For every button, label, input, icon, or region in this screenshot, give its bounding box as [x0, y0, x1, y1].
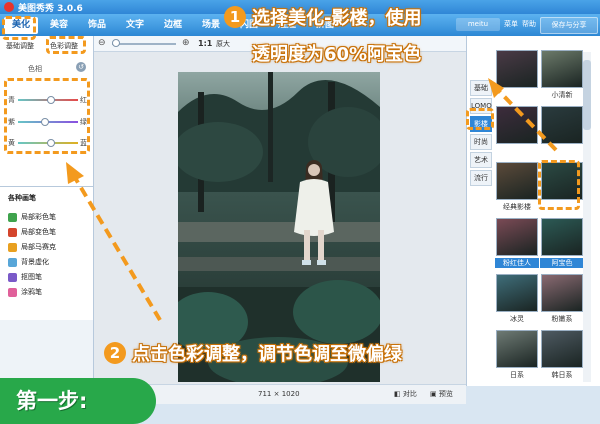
step-badge-2: 2 — [104, 342, 126, 364]
effect-thumbnail[interactable] — [496, 330, 538, 368]
effect-thumbnail[interactable] — [541, 274, 583, 312]
effect-label: 日系 — [510, 371, 524, 379]
brush-panel-title: 各种画笔 — [8, 194, 36, 202]
effects-scroll-thumb[interactable] — [583, 60, 591, 130]
preview-label: 预览 — [438, 390, 453, 398]
effect-label: 冰灵 — [510, 315, 524, 323]
highlight-color-adjust-tab — [46, 36, 86, 54]
highlight-abao-effect — [538, 160, 580, 210]
brush-label: 局部变色笔 — [21, 228, 56, 236]
category-basic[interactable]: 基础 — [470, 80, 492, 96]
compare-icon: ◧ — [394, 390, 403, 398]
highlight-studio-tab — [466, 108, 494, 130]
effect-thumbnail[interactable] — [541, 106, 583, 144]
category-popular[interactable]: 流行 — [470, 170, 492, 186]
effect-thumbnail[interactable] — [541, 330, 583, 368]
effect-thumbnail[interactable] — [541, 50, 583, 88]
hue-section-label: 色相 — [28, 65, 42, 73]
zoom-slider-thumb[interactable] — [112, 39, 120, 47]
blur-brush-icon — [8, 257, 17, 267]
mosaic-brush-icon — [8, 242, 17, 252]
zoom-original[interactable]: 原大 — [216, 39, 230, 49]
edited-photo — [178, 72, 380, 382]
effect-label: 粉嫩系 — [551, 315, 573, 323]
image-dimensions: 711 × 1020 — [258, 390, 300, 398]
category-fashion[interactable]: 时尚 — [470, 134, 492, 150]
brush-background-blur[interactable]: 背景虚化 — [8, 256, 49, 268]
step-badge-1: 1 — [224, 6, 246, 28]
recolor-brush-icon — [8, 227, 17, 237]
preview-button[interactable]: ▣ 预览 — [430, 389, 453, 399]
effect-label: 阿宝色 — [540, 258, 584, 268]
image-height: 1020 — [281, 390, 300, 398]
brush-panel: 各种画笔 局部彩色笔 局部变色笔 局部马赛克 背景虚化 抠图笔 涂鸦笔 — [0, 186, 94, 320]
doodle-brush-icon — [8, 287, 17, 297]
compare-button[interactable]: ◧ 对比 — [394, 389, 417, 399]
effect-thumbnail[interactable] — [541, 218, 583, 256]
effect-thumbnail[interactable] — [496, 106, 538, 144]
cutout-brush-icon — [8, 272, 17, 282]
instruction-line-1: 选择美化-影楼，使用 — [252, 8, 422, 29]
app-logo-icon — [4, 2, 14, 12]
brush-mosaic[interactable]: 局部马赛克 — [8, 241, 56, 253]
menu-item-text[interactable]: 文字 — [118, 17, 152, 34]
help-link[interactable]: 帮助 — [522, 19, 536, 29]
left-panel-filler — [0, 320, 94, 384]
category-art[interactable]: 艺术 — [470, 152, 492, 168]
brush-label: 背景虚化 — [21, 258, 49, 266]
zoom-slider-track[interactable] — [112, 43, 176, 45]
menu-item-face[interactable]: 美容 — [42, 17, 76, 34]
instruction-line-2: 透明度为60%阿宝色 — [252, 44, 422, 65]
menu-item-scene[interactable]: 场景 — [194, 17, 228, 34]
user-account[interactable]: meitu — [456, 18, 500, 31]
brush-label: 局部马赛克 — [21, 243, 56, 251]
brush-local-color[interactable]: 局部彩色笔 — [8, 211, 56, 223]
brush-doodle[interactable]: 涂鸦笔 — [8, 286, 42, 298]
menu-item-frame[interactable]: 边框 — [156, 17, 190, 34]
step-label: 第一步: — [0, 378, 156, 424]
zoom-ratio[interactable]: 1:1 — [198, 39, 212, 48]
effect-label: 粉红佳人 — [495, 258, 539, 268]
brush-cutout[interactable]: 抠图笔 — [8, 271, 42, 283]
canvas-area — [94, 52, 466, 384]
tab-basic-adjust[interactable]: 基础调整 — [6, 39, 34, 53]
instruction-line-3: 点击色彩调整，调节色调至微偏绿 — [132, 344, 402, 365]
brush-label: 涂鸦笔 — [21, 288, 42, 296]
effect-label: 经典影楼 — [503, 203, 531, 211]
highlight-beautify-menu — [2, 16, 36, 40]
effect-label: 小清新 — [551, 91, 573, 99]
compare-label: 对比 — [402, 390, 417, 398]
menu-link[interactable]: 菜单 — [504, 19, 518, 29]
highlight-hue-sliders — [4, 78, 90, 154]
effect-label: 韩日系 — [551, 371, 573, 379]
effect-thumbnail[interactable] — [496, 162, 538, 200]
preview-icon: ▣ — [430, 390, 439, 398]
save-share-button[interactable]: 保存与分享 — [540, 17, 598, 34]
brush-label: 抠图笔 — [21, 273, 42, 281]
brush-local-recolor[interactable]: 局部变色笔 — [8, 226, 56, 238]
app-title: 美图秀秀 3.0.6 — [18, 4, 83, 14]
color-brush-icon — [8, 212, 17, 222]
zoom-out-icon[interactable]: ⊖ — [98, 38, 106, 48]
photo-illustration — [178, 72, 380, 382]
brush-label: 局部彩色笔 — [21, 213, 56, 221]
image-width: 711 — [258, 390, 272, 398]
effect-thumbnail[interactable] — [496, 274, 538, 312]
zoom-in-icon[interactable]: ⊕ — [182, 38, 190, 48]
dimension-separator: × — [273, 390, 280, 398]
menu-item-accessories[interactable]: 饰品 — [80, 17, 114, 34]
effect-thumbnail[interactable] — [496, 50, 538, 88]
reset-icon[interactable]: ↺ — [76, 62, 86, 72]
effect-thumbnail[interactable] — [496, 218, 538, 256]
